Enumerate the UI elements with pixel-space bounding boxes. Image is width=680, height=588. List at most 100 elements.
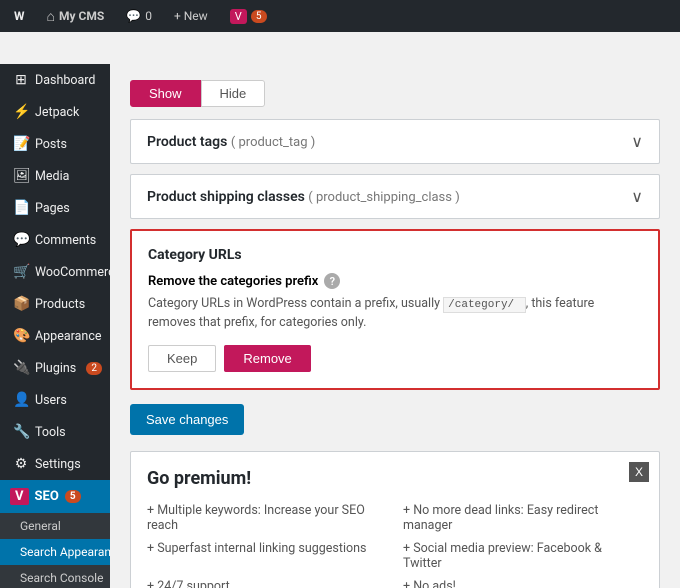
premium-title: Go premium! [147,468,643,489]
settings-icon: ⚙ [13,456,29,472]
sidebar-label-users: Users [35,393,67,408]
sidebar-label-products: Products [35,297,85,312]
category-description: Category URLs in WordPress contain a pre… [148,295,642,333]
sidebar-item-jetpack[interactable]: ⚡ Jetpack [0,96,110,128]
sidebar-item-seo-search-appearance[interactable]: Search Appearance [0,539,110,565]
tools-icon: 🔧 [13,424,29,440]
sidebar-item-comments[interactable]: 💬 Comments [0,224,110,256]
sidebar-item-seo-search-console[interactable]: Search Console [0,565,110,588]
sidebar-item-users[interactable]: 👤 Users [0,384,110,416]
sidebar-label-dashboard: Dashboard [35,73,95,88]
comment-icon: 💬 [126,9,141,23]
plugin-badge: V [230,9,247,24]
sidebar: ⊞ Dashboard ⚡ Jetpack 📝 Posts 🖼 Media 📄 … [0,64,110,588]
show-hide-toggle: Show Hide [130,80,660,107]
show-button[interactable]: Show [130,80,201,107]
seo-header[interactable]: V SEO 5 [0,480,110,513]
seo-label: SEO [35,489,59,504]
comment-count: 0 [145,9,152,23]
seo-logo: V [10,488,29,505]
media-icon: 🖼 [13,168,29,184]
category-urls-box: Category URLs Remove the categories pref… [130,229,660,390]
sidebar-label-settings: Settings [35,457,81,472]
sidebar-label-comments: Comments [35,233,96,248]
radio-options: Keep Remove [148,345,642,372]
sidebar-item-woocommerce[interactable]: 🛒 WooCommerce [0,256,110,288]
sidebar-label-jetpack: Jetpack [35,105,79,120]
dashboard-icon: ⊞ [13,72,29,88]
product-tags-accordion: Product tags ( product_tag ) ∨ [130,119,660,164]
seo-search-console-label: Search Console [20,571,103,585]
sidebar-item-appearance[interactable]: 🎨 Appearance [0,320,110,352]
wp-logo[interactable]: W [8,0,31,32]
help-icon[interactable]: ? [324,273,340,289]
users-icon: 👤 [13,392,29,408]
woocommerce-icon: 🛒 [13,264,29,280]
posts-icon: 📝 [13,136,29,152]
hide-button[interactable]: Hide [201,80,266,107]
product-tags-title: Product tags ( product_tag ) [147,134,315,150]
premium-feature-6: No ads! [403,577,643,588]
category-code: /category/ [443,297,526,313]
seo-general-label: General [20,519,61,533]
sidebar-label-pages: Pages [35,201,70,216]
plugin-badge-item[interactable]: V 5 [224,0,273,32]
sidebar-label-media: Media [35,169,69,184]
product-tags-subtitle: ( product_tag ) [231,135,315,150]
sidebar-label-woocommerce: WooCommerce [35,265,110,280]
product-shipping-accordion: Product shipping classes ( product_shipp… [130,174,660,219]
new-label: + New [174,9,208,23]
close-premium-button[interactable]: X [629,462,649,482]
sidebar-item-plugins[interactable]: 🔌 Plugins 2 [0,352,110,384]
main-content: Show Hide Product tags ( product_tag ) ∨… [110,64,680,588]
premium-feature-3: 24/7 support [147,577,387,588]
desc-part1: Category URLs in WordPress contain a pre… [148,296,440,311]
sidebar-item-media[interactable]: 🖼 Media [0,160,110,192]
site-name-item[interactable]: ⌂ My CMS [41,0,111,32]
product-shipping-title: Product shipping classes ( product_shipp… [147,189,460,205]
sidebar-label-tools: Tools [35,425,66,440]
sidebar-item-products[interactable]: 📦 Products [0,288,110,320]
appearance-icon: 🎨 [13,328,29,344]
plugins-badge: 2 [86,362,102,375]
sidebar-item-seo-general[interactable]: General [0,513,110,539]
wp-icon: W [14,9,25,23]
sidebar-label-posts: Posts [35,137,67,152]
seo-badge: 5 [65,490,81,503]
home-icon: ⌂ [47,8,55,25]
comments-icon: 💬 [13,232,29,248]
premium-box: Go premium! X Multiple keywords: Increas… [130,451,660,588]
remove-button[interactable]: Remove [224,345,310,372]
sidebar-label-plugins: Plugins [35,361,76,376]
sidebar-item-posts[interactable]: 📝 Posts [0,128,110,160]
jetpack-icon: ⚡ [13,104,29,120]
sidebar-item-dashboard[interactable]: ⊞ Dashboard [0,64,110,96]
sidebar-item-tools[interactable]: 🔧 Tools [0,416,110,448]
products-icon: 📦 [13,296,29,312]
save-changes-button[interactable]: Save changes [130,404,244,435]
product-shipping-chevron: ∨ [631,187,643,206]
premium-features-list: Multiple keywords: Increase your SEO rea… [147,501,643,588]
product-shipping-subtitle: ( product_shipping_class ) [308,190,459,205]
comment-count-item[interactable]: 💬 0 [120,0,158,32]
product-tags-chevron: ∨ [631,132,643,151]
new-item[interactable]: + New [168,0,214,32]
site-name: My CMS [59,9,104,23]
sidebar-label-appearance: Appearance [35,329,102,344]
product-tags-header[interactable]: Product tags ( product_tag ) ∨ [131,120,659,163]
category-urls-title: Category URLs [148,247,642,263]
product-shipping-header[interactable]: Product shipping classes ( product_shipp… [131,175,659,218]
plugins-icon: 🔌 [13,360,29,376]
pages-icon: 📄 [13,200,29,216]
sidebar-item-settings[interactable]: ⚙ Settings [0,448,110,480]
field-label-prefix: Remove the categories prefix ? [148,273,642,289]
plugin-update-count: 5 [251,10,267,23]
seo-search-appearance-label: Search Appearance [20,545,110,559]
field-label-text: Remove the categories prefix [148,274,318,289]
admin-bar: W ⌂ My CMS 💬 0 + New V 5 [0,0,680,32]
seo-submenu: General Search Appearance Search Console… [0,513,110,588]
premium-feature-1: Multiple keywords: Increase your SEO rea… [147,501,387,535]
sidebar-item-pages[interactable]: 📄 Pages [0,192,110,224]
premium-feature-4: No more dead links: Easy redirect manage… [403,501,643,535]
keep-button[interactable]: Keep [148,345,216,372]
